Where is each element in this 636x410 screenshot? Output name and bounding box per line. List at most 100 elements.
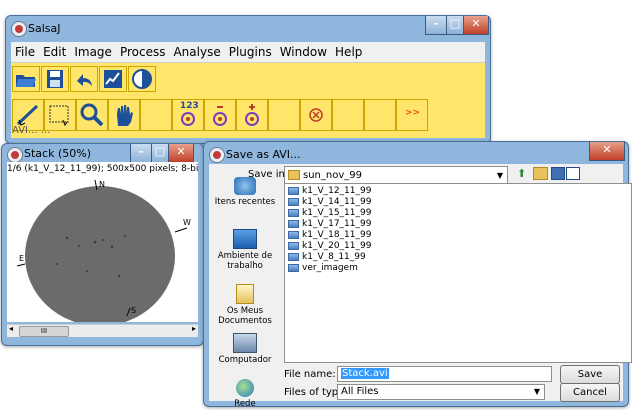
chart-button[interactable] <box>99 66 127 92</box>
stack-window: Stack (50%) – □ ✕ 1/6 (k1_V_12_11_99); 5… <box>1 143 204 346</box>
list-item[interactable]: k1_V_14_11_99 <box>288 197 371 208</box>
nav-computer[interactable]: Computador <box>209 333 281 365</box>
open-button[interactable] <box>12 66 40 92</box>
stack-image-info: 1/6 (k1_V_12_11_99); 500x500 pixels; 8-b… <box>7 162 198 176</box>
nav-documents[interactable]: Os Meus Documentos <box>209 284 281 326</box>
scroll-thumb[interactable]: III <box>19 326 69 337</box>
list-item[interactable]: k1_V_8_11_99 <box>288 252 366 263</box>
stack-app-icon <box>7 147 23 163</box>
file-name-value: Stack.avi <box>341 368 389 379</box>
minimize-icon[interactable]: – <box>425 16 447 35</box>
undo-button[interactable] <box>70 66 98 92</box>
file-type-select[interactable]: All Files ▼ <box>337 384 545 400</box>
network-icon <box>236 379 254 397</box>
nav-network[interactable]: Rede <box>209 379 281 409</box>
sun-disk <box>25 186 175 326</box>
stack-minimize-icon[interactable]: – <box>130 144 152 163</box>
folder-icon <box>288 170 300 180</box>
menu-analyse[interactable]: Analyse <box>169 42 224 62</box>
clear-circle-icon <box>309 108 323 122</box>
photometry-123-button[interactable]: 123 <box>172 99 204 131</box>
tool-slot-blank-2[interactable] <box>268 99 300 131</box>
tool-slot-blank-1[interactable] <box>140 99 172 131</box>
stack-horizontal-scrollbar[interactable]: ◂ III ▸ <box>7 324 198 337</box>
tool-slot-blank-3[interactable] <box>332 99 364 131</box>
file-name-input[interactable]: Stack.avi <box>337 366 552 382</box>
more-tools-button[interactable]: >> <box>396 99 428 131</box>
clear-circle-button[interactable] <box>300 99 332 131</box>
tool-slot-blank-4[interactable] <box>364 99 396 131</box>
menu-help[interactable]: Help <box>331 42 366 62</box>
stack-maximize-icon[interactable]: □ <box>151 144 169 163</box>
up-folder-icon[interactable]: ⬆ <box>517 167 526 180</box>
image-file-icon <box>288 263 299 272</box>
recent-items-icon <box>234 177 256 195</box>
stack-label-n: N <box>99 180 105 189</box>
hand-tool-button[interactable] <box>108 99 140 131</box>
photometry-123-label: 123 <box>180 101 199 111</box>
menu-file[interactable]: File <box>11 42 39 62</box>
contrast-button[interactable] <box>128 66 156 92</box>
list-item[interactable]: ver_imagem <box>288 263 358 274</box>
image-file-icon <box>288 186 299 195</box>
file-name-label: File name: <box>284 369 336 380</box>
stack-label-w: W <box>183 218 191 227</box>
computer-icon <box>233 333 257 353</box>
menu-window[interactable]: Window <box>276 42 331 62</box>
undo-arrow-icon <box>77 74 92 86</box>
photometry-minus-button[interactable] <box>204 99 236 131</box>
contrast-icon <box>132 69 152 89</box>
scroll-left-icon[interactable]: ◂ <box>9 324 13 333</box>
image-file-icon <box>288 208 299 217</box>
list-item[interactable]: k1_V_12_11_99 <box>288 186 371 197</box>
list-item[interactable]: k1_V_20_11_99 <box>288 241 371 252</box>
sun-image <box>16 179 188 326</box>
list-item[interactable]: k1_V_18_11_99 <box>288 230 371 241</box>
nav-desktop[interactable]: Ambiente de trabalho <box>209 229 281 271</box>
list-view-icon[interactable] <box>551 167 565 180</box>
close-icon[interactable]: ✕ <box>463 16 489 35</box>
salsaj-titlebar[interactable]: SalsaJ – □ ✕ <box>6 16 490 42</box>
documents-icon <box>236 284 254 304</box>
salsaj-title: SalsaJ <box>28 22 61 35</box>
stack-label-s: S <box>131 306 137 315</box>
save-button[interactable] <box>41 66 69 92</box>
new-folder-icon[interactable] <box>533 167 548 180</box>
stack-title: Stack (50%) <box>24 147 91 160</box>
image-file-icon <box>288 230 299 239</box>
list-item[interactable]: k1_V_15_11_99 <box>288 208 371 219</box>
magnifier-icon <box>80 103 104 127</box>
salsaj-menubar: File Edit Image Process Analyse Plugins Window… <box>11 42 485 63</box>
menu-edit[interactable]: Edit <box>39 42 70 62</box>
chart-icon <box>104 70 122 88</box>
menu-process[interactable]: Process <box>116 42 170 62</box>
nav-documents-label: Os Meus Documentos <box>218 306 272 326</box>
stack-label-e: E <box>19 254 25 263</box>
nav-network-label: Rede <box>234 399 256 409</box>
maximize-icon[interactable]: □ <box>446 16 464 35</box>
save-dialog-close-icon[interactable]: ✕ <box>589 142 625 161</box>
salsaj-window: SalsaJ – □ ✕ File Edit Image Process Analyse… <box>5 15 491 144</box>
details-view-icon[interactable] <box>566 167 580 180</box>
chevron-down-icon: ▼ <box>533 387 540 396</box>
more-tools-icon: >> <box>405 108 421 118</box>
cancel-button[interactable]: Cancel <box>560 383 620 402</box>
menu-image[interactable]: Image <box>70 42 116 62</box>
scroll-right-icon[interactable]: ▸ <box>192 324 196 333</box>
save-button[interactable]: Save <box>560 365 620 384</box>
menu-plugins[interactable]: Plugins <box>225 42 276 62</box>
magnifier-tool-button[interactable] <box>76 99 108 131</box>
hand-icon <box>117 105 133 126</box>
list-item[interactable]: k1_V_17_11_99 <box>288 219 371 230</box>
stack-close-icon[interactable]: ✕ <box>168 144 194 163</box>
nav-recent-items[interactable]: Itens recentes <box>209 177 281 207</box>
photometry-plus-icon <box>245 104 259 126</box>
file-list[interactable]: k1_V_12_11_99 k1_V_14_11_99 k1_V_15_11_9… <box>284 183 632 363</box>
save-in-value: sun_nov_99 <box>303 170 362 181</box>
save-in-combo[interactable]: sun_nov_99 ▼ <box>284 166 508 184</box>
image-file-icon <box>288 252 299 261</box>
salsaj-app-icon <box>11 21 27 37</box>
stack-image-canvas[interactable]: N W E S <box>7 176 198 326</box>
photometry-plus-button[interactable] <box>236 99 268 131</box>
image-file-icon <box>288 219 299 228</box>
